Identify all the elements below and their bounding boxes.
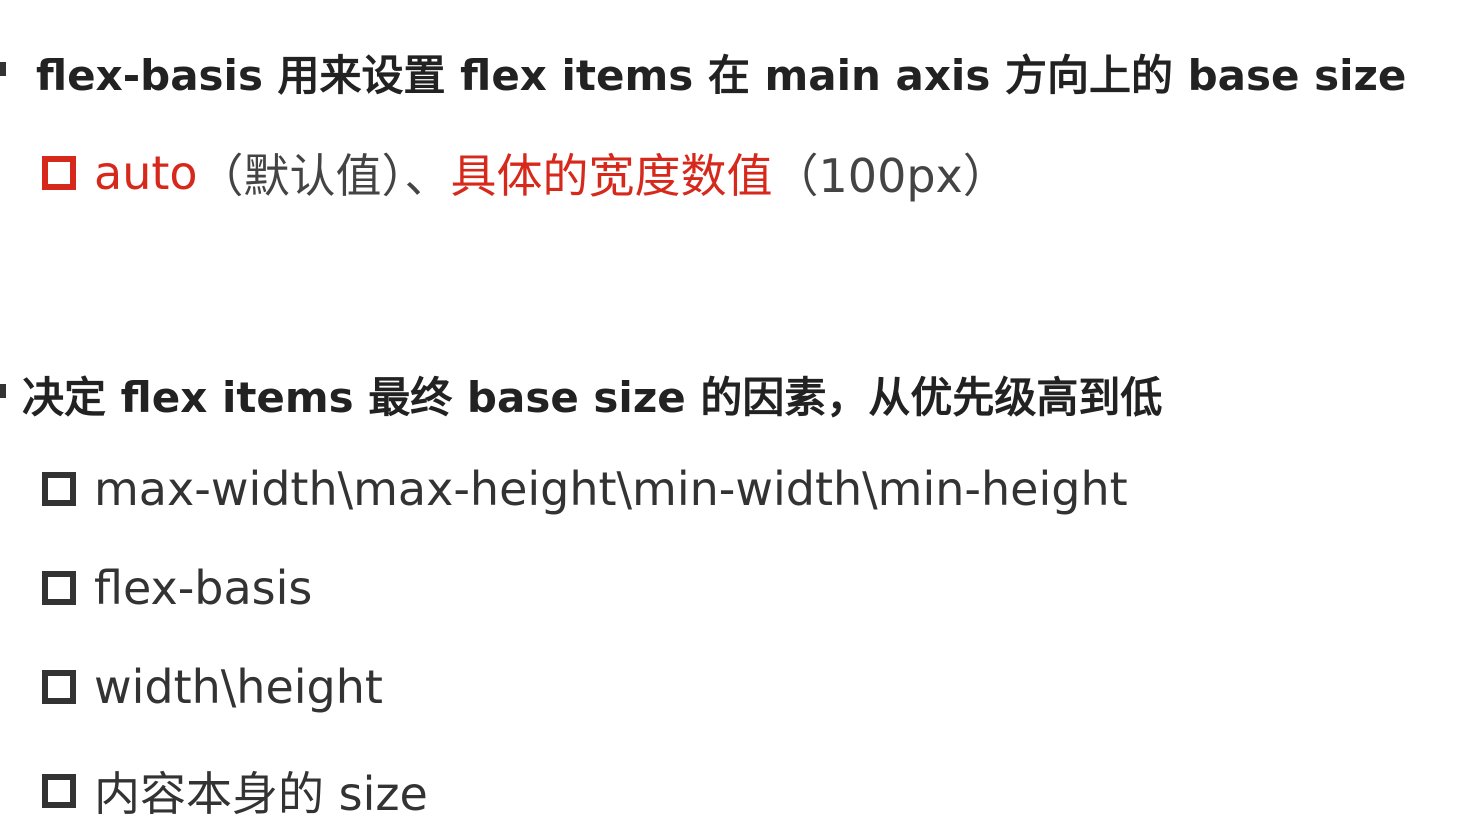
bullet-mark bbox=[0, 384, 6, 398]
section2-heading: 决定 flex items 最终 base size 的因素，从优先级高到低 bbox=[22, 373, 1163, 422]
square-bullet-icon bbox=[42, 156, 76, 190]
square-bullet-icon bbox=[42, 571, 76, 605]
square-bullet-icon bbox=[42, 774, 76, 808]
value-specific-note: （100px） bbox=[772, 149, 1009, 203]
factor-list-item: flex-basis bbox=[42, 561, 312, 615]
factor-label: 内容本身的 size bbox=[94, 767, 428, 821]
factor-list-item: max-width\max-height\min-width\min-heigh… bbox=[42, 462, 1128, 516]
factor-label: flex-basis bbox=[94, 561, 313, 615]
flex-basis-values-item: auto （默认值）、 具体的宽度数值 （100px） bbox=[42, 140, 1009, 206]
square-bullet-icon bbox=[42, 472, 76, 506]
value-auto-note: （默认值）、 bbox=[197, 149, 451, 203]
section1-heading: flex-basis 用来设置 flex items 在 main axis 方… bbox=[36, 51, 1407, 100]
factor-list-item: width\height bbox=[42, 660, 383, 714]
factor-label: width\height bbox=[94, 660, 383, 714]
factor-label: max-width\max-height\min-width\min-heigh… bbox=[94, 462, 1128, 516]
factor-list-item: 内容本身的 size bbox=[42, 758, 428, 824]
value-specific: 具体的宽度数值 bbox=[450, 149, 773, 203]
value-auto: auto bbox=[94, 146, 198, 200]
square-bullet-icon bbox=[42, 670, 76, 704]
bullet-mark bbox=[0, 62, 6, 76]
